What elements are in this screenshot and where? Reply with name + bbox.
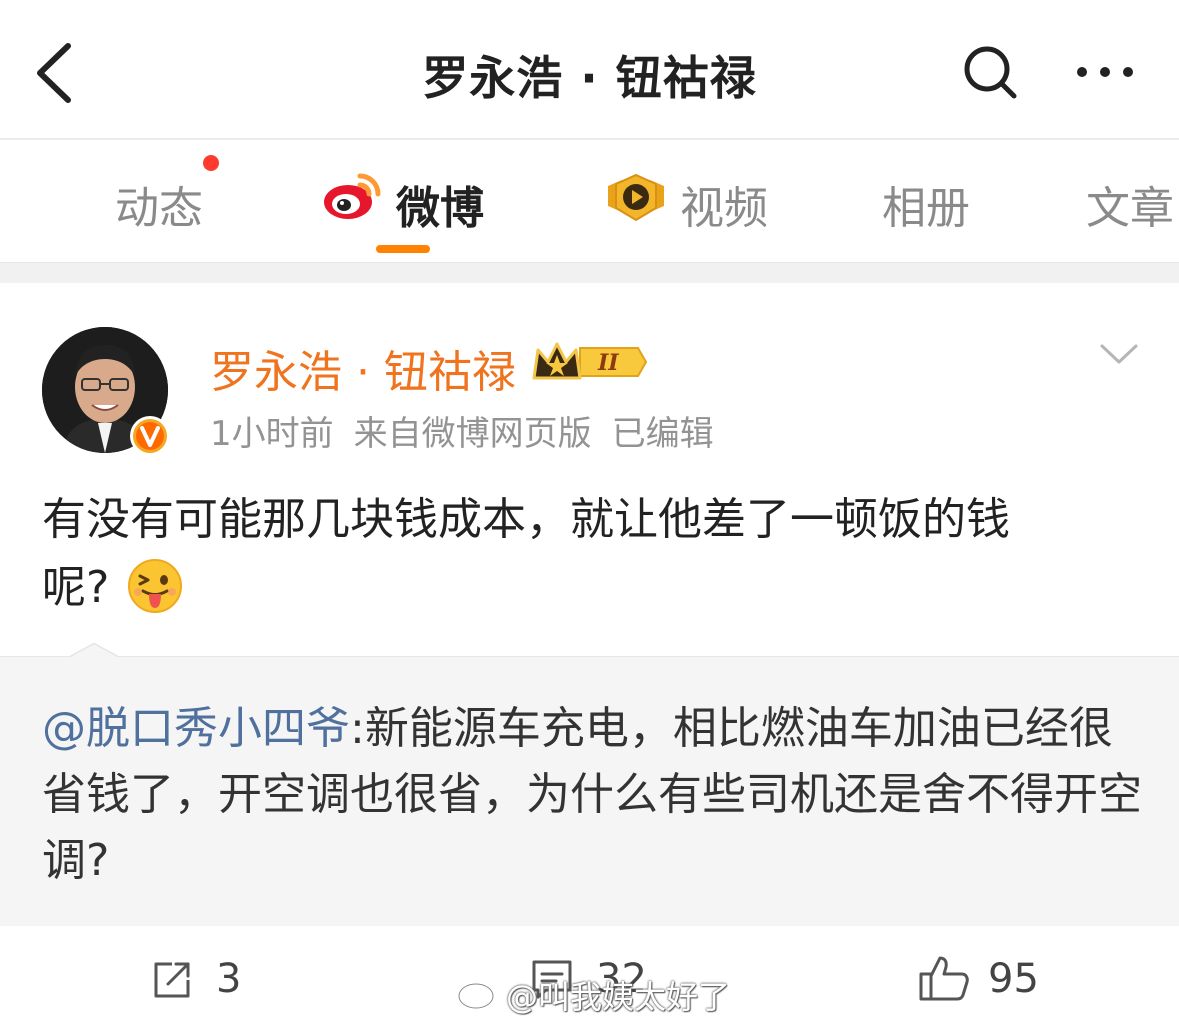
search-button[interactable] bbox=[960, 42, 1020, 102]
tab-dynamic[interactable]: 动态 bbox=[115, 172, 203, 236]
tab-weibo[interactable]: 微博 bbox=[396, 172, 484, 236]
post-text-line: 有没有可能那几块钱成本，就让他差了一顿饭的钱 bbox=[42, 494, 1010, 545]
quoted-post-text: @脱口秀小四爷:新能源车充电，相比燃油车加油已经很省钱了，开空调也很省，为什么有… bbox=[42, 696, 1152, 894]
more-icon bbox=[1077, 67, 1133, 77]
more-button[interactable] bbox=[1074, 50, 1136, 94]
search-icon bbox=[964, 46, 1017, 99]
tab-video[interactable]: 视频 bbox=[680, 172, 768, 236]
notification-dot bbox=[203, 155, 219, 171]
section-separator bbox=[0, 262, 1179, 283]
chevron-down-icon[interactable] bbox=[1096, 336, 1142, 372]
like-count[interactable]: 95 bbox=[988, 956, 1039, 1002]
thumbs-up-icon[interactable] bbox=[918, 954, 970, 1002]
share-count[interactable]: 3 bbox=[216, 956, 241, 1002]
post-meta: 1小时前 来自微博网页版 已编辑 bbox=[210, 406, 734, 455]
video-shield-icon bbox=[608, 173, 664, 222]
post-text-line: 呢? bbox=[42, 562, 110, 613]
post-source: 来自微博网页版 bbox=[353, 414, 592, 454]
author-name[interactable]: 罗永浩 · 钮祜禄 bbox=[210, 336, 516, 400]
active-tab-indicator bbox=[376, 245, 430, 253]
quote-pointer bbox=[70, 643, 118, 669]
tab-article[interactable]: 文章 bbox=[1086, 172, 1174, 236]
tab-album[interactable]: 相册 bbox=[882, 172, 970, 236]
mention-link[interactable]: @脱口秀小四爷 bbox=[42, 703, 350, 754]
post-time: 1小时前 bbox=[210, 414, 334, 454]
watermark-text: @叫我姨太好了 bbox=[506, 978, 731, 1016]
post-edited: 已编辑 bbox=[611, 414, 714, 454]
svg-text:II: II bbox=[597, 350, 619, 376]
verified-v-icon bbox=[130, 416, 170, 456]
profile-tabs: 动态 微博 视频 相册 文章 bbox=[0, 140, 1179, 262]
post-content: 有没有可能那几块钱成本，就让他差了一顿饭的钱 呢? bbox=[42, 486, 1142, 622]
weibo-logo-icon bbox=[324, 173, 381, 219]
tongue-emoji bbox=[128, 559, 183, 613]
top-bar: 罗永浩 · 钮祜禄 bbox=[0, 0, 1179, 138]
share-icon[interactable] bbox=[152, 960, 194, 1000]
vip-crown-icon[interactable]: II bbox=[530, 338, 648, 386]
